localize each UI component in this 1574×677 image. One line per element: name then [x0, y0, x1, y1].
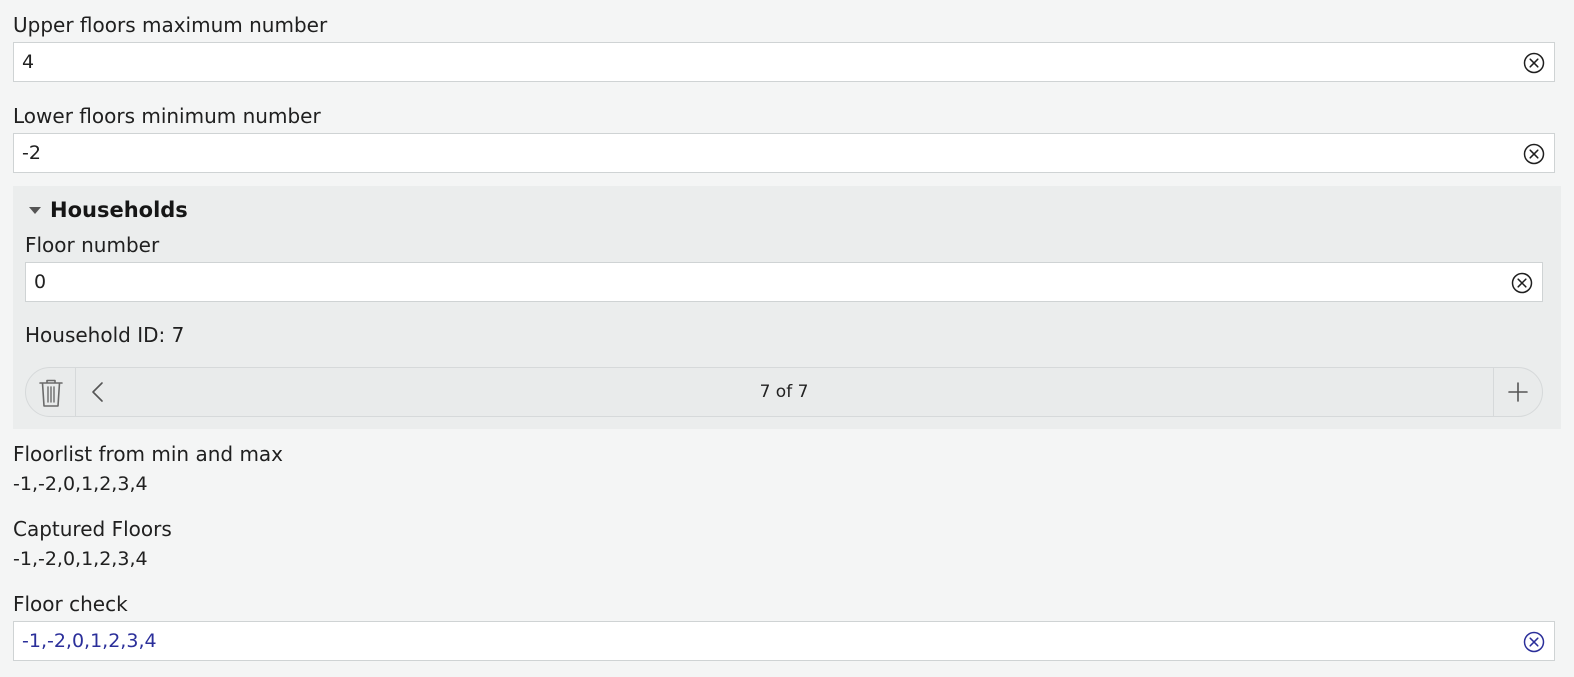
plus-icon — [1507, 381, 1529, 403]
clear-icon[interactable] — [1523, 631, 1545, 653]
floorlist-label: Floorlist from min and max — [13, 442, 284, 466]
previous-record-button[interactable] — [76, 368, 120, 416]
floor-check-label: Floor check — [13, 592, 128, 616]
lower-floors-label: Lower floors minimum number — [13, 104, 321, 128]
floor-check-value[interactable]: -1,-2,0,1,2,3,4 — [22, 629, 157, 653]
household-id: Household ID: 7 — [25, 323, 185, 347]
upper-floors-input[interactable]: 4 — [13, 42, 1555, 82]
trash-icon — [37, 378, 65, 408]
page-indicator: 7 of 7 — [759, 382, 809, 402]
captured-floors-value: -1,-2,0,1,2,3,4 — [13, 548, 148, 570]
lower-floors-value[interactable]: -2 — [22, 141, 41, 165]
households-group-header[interactable]: Households — [13, 196, 313, 226]
floor-check-input[interactable]: -1,-2,0,1,2,3,4 — [13, 621, 1555, 661]
upper-floors-value[interactable]: 4 — [22, 50, 34, 74]
households-title: Households — [50, 198, 188, 222]
clear-icon[interactable] — [1523, 143, 1545, 165]
floor-number-value[interactable]: 0 — [34, 270, 46, 294]
floor-number-label: Floor number — [25, 233, 160, 257]
upper-floors-label: Upper floors maximum number — [13, 13, 328, 37]
add-record-button[interactable] — [1493, 368, 1542, 416]
lower-floors-input[interactable]: -2 — [13, 133, 1555, 173]
households-group: Households Floor number 0 Household ID: … — [13, 186, 1561, 429]
floor-number-input[interactable]: 0 — [25, 262, 1543, 302]
clear-icon[interactable] — [1511, 272, 1533, 294]
delete-record-button[interactable] — [26, 368, 76, 416]
floorlist-value: -1,-2,0,1,2,3,4 — [13, 473, 148, 495]
record-pager: 7 of 7 — [25, 367, 1543, 417]
chevron-left-icon — [90, 381, 104, 403]
caret-down-icon[interactable] — [29, 207, 41, 214]
captured-floors-label: Captured Floors — [13, 517, 172, 541]
clear-icon[interactable] — [1523, 52, 1545, 74]
